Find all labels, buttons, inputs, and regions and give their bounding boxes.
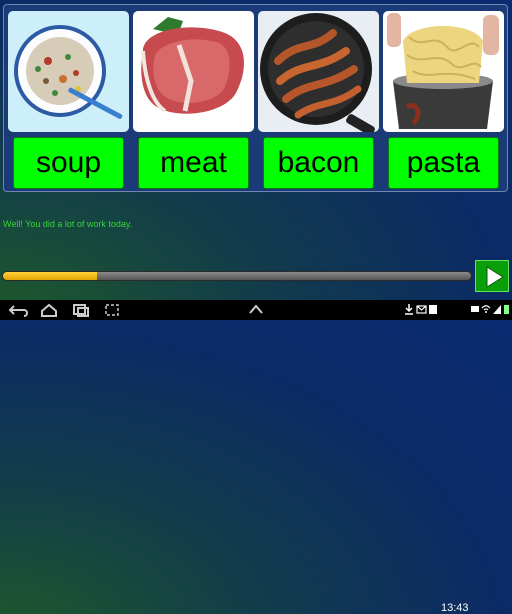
battery-icon [504,305,509,314]
picture-word-panel: soup meat bacon pasta [3,4,508,192]
clock: 13:43 [441,602,469,614]
bacon-card-image[interactable] [258,11,379,132]
soup-card-image[interactable] [8,11,129,132]
play-arrow-icon [486,266,504,288]
pasta-card-image[interactable] [383,11,504,132]
progress-fill [3,272,97,280]
screenshot-icon[interactable] [104,303,120,317]
word-button-bacon[interactable]: bacon [263,137,374,189]
bacon-pan-icon [258,11,379,132]
signal-icon [493,305,501,314]
spaghetti-icon [383,11,504,132]
word-button-soup[interactable]: soup [13,137,124,189]
home-icon[interactable] [40,303,58,317]
gmail-icon [471,306,479,312]
soup-bowl-icon [8,11,129,132]
email-icon [416,305,427,314]
word-button-pasta[interactable]: pasta [388,137,499,189]
next-button[interactable] [475,260,509,292]
steak-icon [133,11,254,132]
meat-card-image[interactable] [133,11,254,132]
feedback-message: Well! You did a lot of work today. [3,219,133,229]
word-button-meat[interactable]: meat [138,137,249,189]
up-arrow-icon[interactable] [248,303,264,315]
progress-bar [2,271,472,281]
recent-apps-icon[interactable] [72,303,90,317]
wifi-icon [481,305,491,313]
download-icon [405,304,413,315]
back-icon[interactable] [8,303,30,317]
system-navigation-bar: 13:43 [0,300,512,614]
calendar-icon [429,305,437,314]
